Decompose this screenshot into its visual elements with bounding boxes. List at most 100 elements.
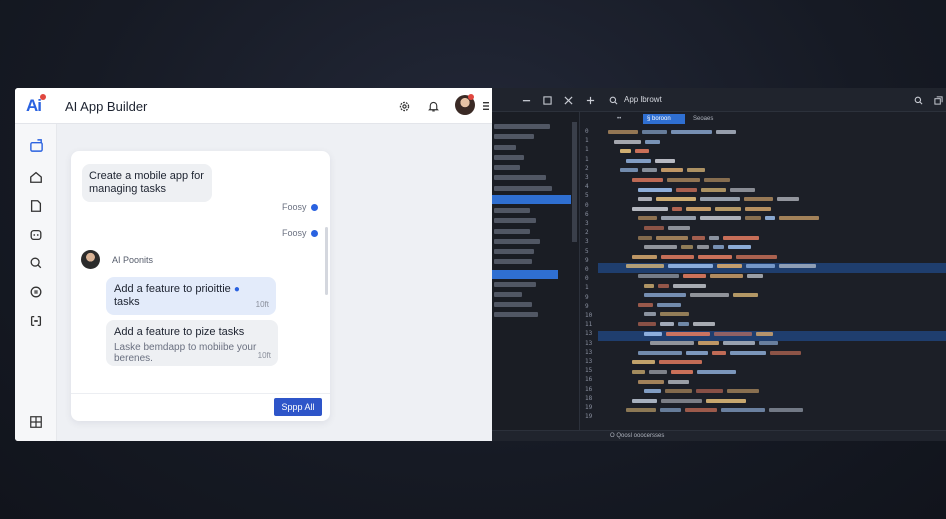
line-number: 18 bbox=[585, 394, 593, 402]
copy-icon[interactable] bbox=[931, 93, 945, 107]
suggestion-time: 10ft bbox=[257, 351, 271, 360]
code-token bbox=[730, 187, 755, 192]
line-number: 13 bbox=[585, 330, 593, 338]
file-tree-item[interactable] bbox=[494, 239, 540, 244]
file-tree-item[interactable] bbox=[494, 186, 552, 191]
code-token bbox=[676, 187, 697, 192]
explorer-scrollbar[interactable] bbox=[572, 122, 577, 242]
code-token bbox=[638, 302, 653, 307]
code-token bbox=[698, 254, 732, 259]
page-icon[interactable] bbox=[28, 198, 44, 214]
tab-active[interactable]: § boroon bbox=[643, 114, 685, 124]
file-tree-item[interactable] bbox=[494, 175, 546, 180]
code-token bbox=[665, 389, 692, 394]
file-tree-item[interactable] bbox=[494, 292, 522, 297]
chat-scrollbar[interactable] bbox=[325, 227, 328, 295]
line-number: 11 bbox=[585, 321, 593, 329]
code-token bbox=[690, 293, 729, 298]
minimize-icon[interactable] bbox=[519, 93, 533, 107]
code-token bbox=[626, 408, 656, 413]
code-token bbox=[638, 197, 652, 202]
code-token bbox=[709, 235, 719, 240]
file-tree-item-selected[interactable] bbox=[492, 195, 571, 204]
bot-icon[interactable] bbox=[28, 227, 44, 243]
notification-icon[interactable] bbox=[425, 98, 441, 114]
apply-all-button[interactable]: Sppp All bbox=[274, 398, 322, 416]
line-number: 0 bbox=[585, 201, 589, 209]
line-number: 3 bbox=[585, 220, 589, 227]
file-tree-item[interactable] bbox=[494, 155, 524, 160]
search-icon[interactable] bbox=[911, 93, 925, 107]
close-icon[interactable] bbox=[561, 93, 575, 107]
plus-icon[interactable] bbox=[583, 93, 597, 107]
code-editor-window: App lbrowt •• § boroon Seoaes 0111 2 3 4… bbox=[492, 88, 946, 441]
maximize-icon[interactable] bbox=[540, 93, 554, 107]
file-tree-item[interactable] bbox=[494, 249, 534, 254]
file-tree-item[interactable] bbox=[494, 282, 536, 287]
code-token bbox=[638, 216, 657, 221]
editor-tabs: •• § boroon Seoaes bbox=[587, 114, 946, 124]
line-number: 2 bbox=[585, 164, 589, 172]
code-token bbox=[632, 178, 663, 182]
layout-icon[interactable] bbox=[28, 313, 44, 329]
search-icon[interactable] bbox=[606, 93, 620, 107]
logo-notification-dot bbox=[40, 94, 46, 100]
code-token bbox=[712, 350, 726, 355]
home-icon[interactable] bbox=[28, 169, 44, 185]
settings-icon[interactable] bbox=[396, 98, 412, 114]
file-tree-item[interactable] bbox=[494, 134, 534, 139]
line-number-gutter: 0 1 1 1 2 3 4 5 0 6 3 2 3 5 9 0 0 1 9 9 10 11 13 13 13 13 15 16 16 18… bbox=[580, 124, 598, 424]
code-token bbox=[700, 197, 740, 202]
tab-second[interactable]: Seoaes bbox=[689, 114, 717, 124]
code-token bbox=[745, 206, 771, 211]
compass-icon[interactable] bbox=[28, 284, 44, 300]
code-token bbox=[626, 158, 651, 163]
suggestion-card[interactable]: Add a feature to pize tasks Laske bemdap… bbox=[106, 320, 278, 366]
line-number: 0 bbox=[585, 128, 589, 135]
app-title: AI App Builder bbox=[65, 99, 148, 114]
file-tree-item[interactable] bbox=[494, 145, 516, 150]
tab-inactive[interactable]: •• bbox=[613, 114, 625, 124]
code-token bbox=[644, 389, 661, 394]
file-tree-item[interactable] bbox=[494, 259, 532, 264]
user-message: Create a mobile app for managing tasks bbox=[82, 164, 212, 202]
line-number: 13 bbox=[585, 358, 593, 365]
suggestion-card[interactable]: Add a feature to prioittie ● tasks 10ft bbox=[106, 277, 276, 315]
line-number: 0 bbox=[585, 275, 589, 283]
code-token bbox=[650, 341, 694, 346]
check-icon bbox=[310, 229, 318, 237]
code-token bbox=[638, 187, 672, 192]
file-tree-item[interactable] bbox=[494, 312, 538, 317]
message-meta: Foosy bbox=[282, 202, 318, 212]
code-token bbox=[644, 312, 656, 317]
folder-icon[interactable] bbox=[28, 137, 44, 153]
file-tree-item[interactable] bbox=[494, 218, 536, 223]
code-token bbox=[765, 216, 775, 221]
app-topbar: Ai AI App Builder bbox=[15, 88, 492, 124]
code-token bbox=[632, 370, 645, 374]
more-icon[interactable] bbox=[481, 98, 491, 114]
line-number: 16 bbox=[585, 385, 593, 393]
code-token bbox=[745, 216, 761, 221]
file-tree-item[interactable] bbox=[494, 208, 530, 213]
code-token bbox=[697, 245, 709, 250]
code-token bbox=[638, 235, 652, 240]
file-tree-item-selected[interactable] bbox=[492, 270, 558, 279]
assistant-avatar bbox=[81, 250, 100, 269]
code-token bbox=[777, 197, 799, 202]
line-number: 6 bbox=[585, 210, 589, 218]
file-tree-item[interactable] bbox=[494, 124, 550, 129]
grid-icon[interactable] bbox=[28, 414, 44, 430]
file-tree-item[interactable] bbox=[494, 302, 532, 307]
code-token bbox=[714, 331, 752, 336]
file-tree-item[interactable] bbox=[494, 229, 530, 234]
editor-topbar: App lbrowt bbox=[492, 88, 946, 112]
file-tree-item[interactable] bbox=[494, 165, 520, 170]
search-icon[interactable] bbox=[28, 255, 44, 271]
code-token bbox=[713, 245, 724, 250]
code-area[interactable] bbox=[598, 124, 946, 424]
line-number: 2 bbox=[585, 229, 589, 237]
code-token bbox=[668, 264, 713, 269]
suggestion-time: 10ft bbox=[255, 300, 269, 309]
code-token bbox=[715, 206, 741, 211]
